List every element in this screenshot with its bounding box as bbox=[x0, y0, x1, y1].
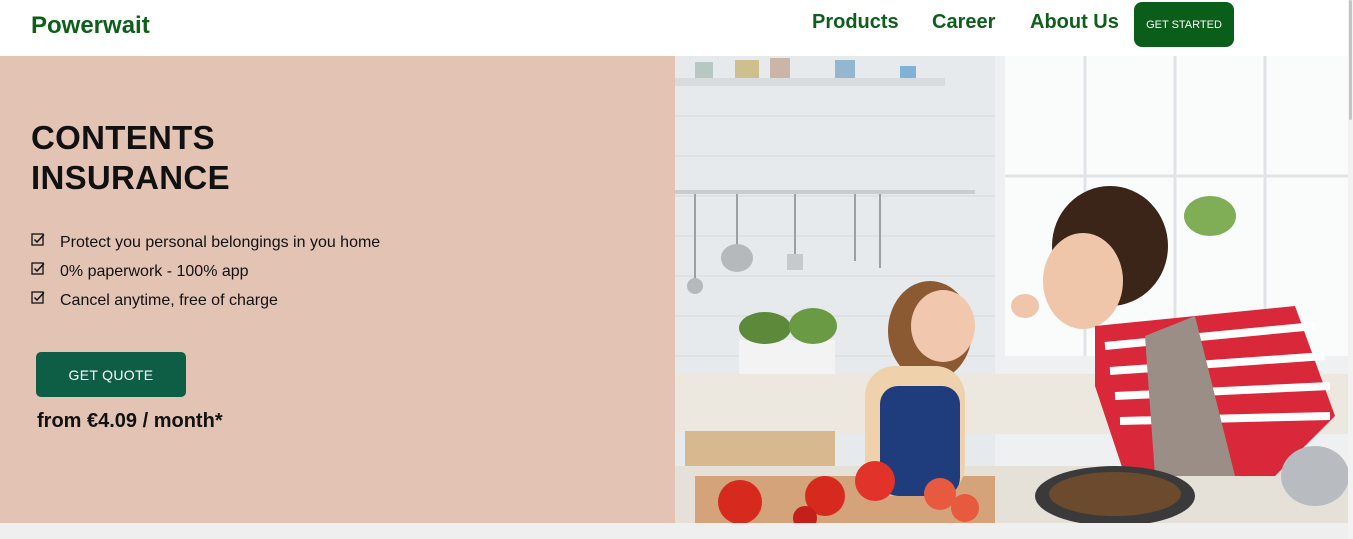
checkbox-checked-icon bbox=[31, 262, 45, 275]
top-navbar: Powerwait Products Career About Us GET S… bbox=[0, 0, 1353, 56]
kitchen-photo-illustration bbox=[675, 56, 1348, 523]
checkbox-checked-icon bbox=[31, 291, 45, 304]
feature-item: 0% paperwork - 100% app bbox=[31, 257, 380, 286]
hero-title: CONTENTS INSURANCE bbox=[31, 119, 230, 196]
feature-item: Cancel anytime, free of charge bbox=[31, 286, 380, 315]
nav-link-about-us[interactable]: About Us bbox=[1030, 11, 1119, 34]
feature-text: Cancel anytime, free of charge bbox=[60, 291, 278, 309]
checkbox-checked-icon bbox=[31, 233, 45, 246]
get-quote-button[interactable]: GET QUOTE bbox=[36, 352, 186, 397]
page-footer-strip bbox=[0, 523, 1348, 539]
scrollbar-thumb[interactable] bbox=[1349, 0, 1352, 120]
feature-item: Protect you personal belongings in you h… bbox=[31, 228, 380, 257]
feature-text: 0% paperwork - 100% app bbox=[60, 262, 249, 280]
price-text: from €4.09 / month* bbox=[37, 410, 223, 432]
feature-text: Protect you personal belongings in you h… bbox=[60, 233, 381, 251]
feature-list: Protect you personal belongings in you h… bbox=[31, 228, 380, 315]
hero-photo bbox=[675, 56, 1348, 523]
hero-section: CONTENTS INSURANCE Protect you personal … bbox=[0, 56, 675, 523]
brand-logo[interactable]: Powerwait bbox=[31, 12, 150, 40]
get-started-button[interactable]: GET STARTED bbox=[1134, 2, 1234, 47]
nav-link-products[interactable]: Products bbox=[812, 11, 899, 34]
nav-link-career[interactable]: Career bbox=[932, 11, 995, 34]
